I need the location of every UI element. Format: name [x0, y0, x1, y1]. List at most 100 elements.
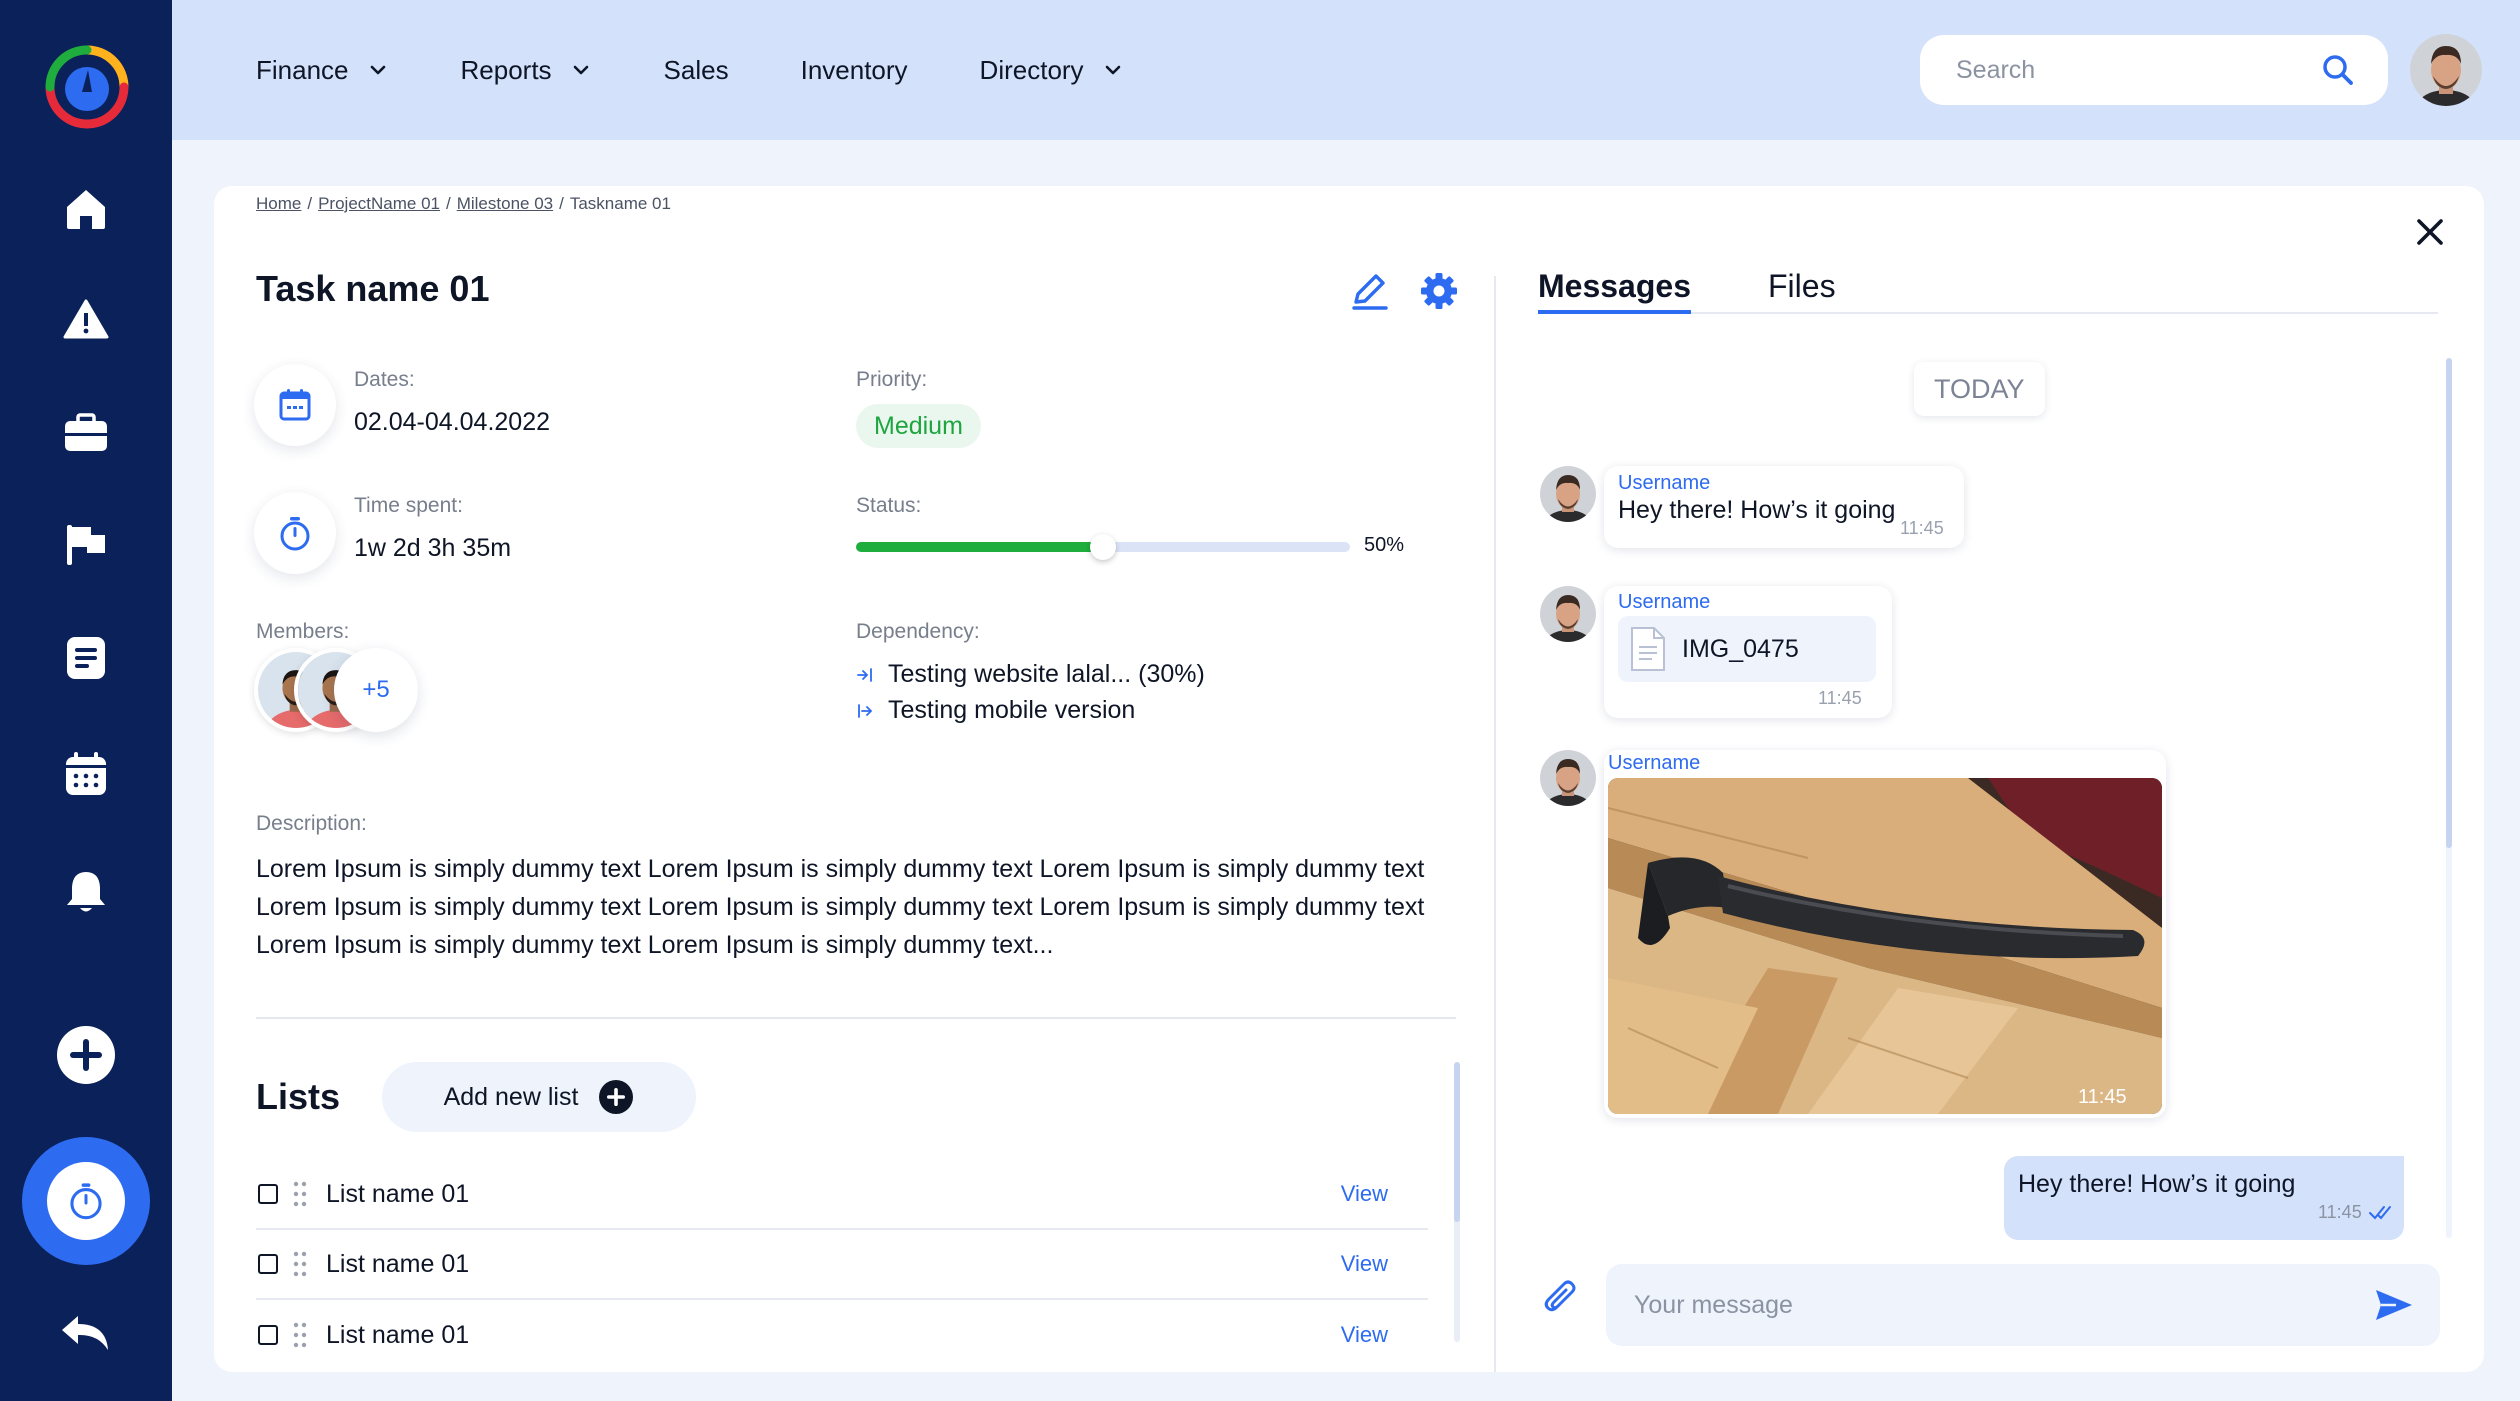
status-percent: 50% [1364, 534, 1405, 556]
timer-icon [70, 1183, 102, 1220]
breadcrumb-milestone[interactable]: Milestone 03 [457, 194, 553, 213]
message-username[interactable]: Username [1618, 591, 1710, 614]
list-checkbox[interactable] [258, 1254, 278, 1274]
dates-label: Dates: [354, 368, 415, 391]
nav-directory[interactable]: Directory [980, 55, 1124, 86]
file-attachment[interactable]: IMG_0475 [1618, 616, 1876, 682]
user-avatar[interactable] [2410, 34, 2482, 106]
description-text: Lorem Ipsum is simply dummy text Lorem I… [256, 855, 1425, 959]
list-row: List name 01 View [256, 1300, 1428, 1370]
dependency-text: Testing mobile version [888, 696, 1136, 724]
message-text: Hey there! How’s it going [1618, 496, 1896, 524]
nav-reports[interactable]: Reports [461, 55, 592, 86]
stopwatch-icon [280, 517, 310, 551]
column-divider [1494, 276, 1496, 1372]
search-input[interactable] [1956, 55, 2320, 85]
status-progress-fill [856, 542, 1103, 552]
members-label: Members: [256, 620, 350, 643]
lists-scrollbar[interactable] [1454, 1062, 1460, 1342]
add-new-list-label: Add new list [443, 1082, 579, 1111]
list-view-link[interactable]: View [1341, 1181, 1388, 1207]
file-icon [1631, 627, 1665, 671]
file-name: IMG_0475 [1682, 634, 1799, 663]
divider [256, 1017, 1456, 1019]
gear-icon[interactable] [1418, 270, 1460, 312]
main-nav: Finance Reports Sales Inventory Director… [256, 0, 1196, 140]
close-icon[interactable] [2412, 214, 2448, 250]
list-checkbox[interactable] [258, 1184, 278, 1204]
message-username[interactable]: Username [1618, 472, 1710, 495]
outgoing-message-time: 11:45 [2318, 1202, 2362, 1222]
bell-icon[interactable] [56, 862, 116, 922]
breadcrumb-home[interactable]: Home [256, 194, 301, 213]
task-title: Task name 01 [256, 268, 490, 309]
breadcrumb-separator: / [559, 194, 564, 213]
list-view-link[interactable]: View [1341, 1251, 1388, 1277]
tab-files[interactable]: Files [1768, 268, 1836, 314]
list-row: List name 01 View [256, 1160, 1428, 1230]
lists-title: Lists [256, 1076, 341, 1117]
drag-handle-icon[interactable] [292, 1180, 308, 1208]
attach-icon[interactable] [1540, 1276, 1582, 1318]
messages-scrollbar[interactable] [2446, 358, 2452, 1238]
add-icon[interactable] [55, 1024, 117, 1086]
timer-button[interactable] [22, 1137, 150, 1265]
message-username[interactable]: Username [1608, 752, 1700, 775]
chevron-down-icon [1105, 65, 1120, 75]
breadcrumb-separator: / [445, 194, 451, 213]
briefcase-icon[interactable] [56, 402, 116, 462]
time-value: 1w 2d 3h 35m [354, 534, 512, 562]
nav-sales[interactable]: Sales [664, 55, 729, 86]
message-avatar[interactable] [1540, 586, 1596, 642]
dependency-item[interactable]: Testing website lalal... (30%) [856, 660, 1205, 689]
message-time: 11:45 [1900, 518, 1944, 538]
nav-inventory-label: Inventory [800, 54, 908, 85]
edit-icon[interactable] [1348, 270, 1390, 312]
calendar-badge [254, 364, 336, 446]
app-logo-icon[interactable] [42, 42, 132, 132]
message-avatar[interactable] [1540, 750, 1596, 806]
priority-badge[interactable]: Medium [856, 404, 981, 448]
list-name: List name 01 [326, 1179, 470, 1208]
message-time: 11:45 [1818, 688, 1862, 708]
drag-handle-icon[interactable] [292, 1250, 308, 1278]
double-check-icon [2369, 1206, 2391, 1220]
search-icon[interactable] [2320, 52, 2356, 88]
status-slider-handle[interactable] [1090, 534, 1116, 560]
calendar-icon[interactable] [56, 744, 116, 804]
dependency-arrow-in-icon [857, 667, 872, 682]
home-icon[interactable] [56, 178, 116, 238]
status-progress-track [856, 534, 1350, 560]
nav-sales-label: Sales [663, 54, 729, 85]
image-attachment[interactable]: 11:45 [1608, 778, 2162, 1114]
list-view-link[interactable]: View [1341, 1322, 1388, 1348]
nav-finance-label: Finance [256, 54, 349, 85]
members-more-count[interactable]: +5 [334, 648, 418, 732]
message-avatar[interactable] [1540, 466, 1596, 522]
list-name: List name 01 [326, 1320, 470, 1349]
flag-icon[interactable] [56, 514, 116, 574]
message-composer [1606, 1264, 2440, 1346]
warning-icon[interactable] [56, 290, 116, 350]
nav-finance[interactable]: Finance [256, 55, 389, 86]
description-label: Description: [256, 812, 367, 835]
sidebar [0, 0, 172, 1401]
breadcrumb-project[interactable]: ProjectName 01 [318, 194, 440, 213]
list-checkbox[interactable] [258, 1325, 278, 1345]
time-label: Time spent: [354, 494, 463, 517]
dependency-item[interactable]: Testing mobile version [856, 696, 1135, 725]
tab-messages[interactable]: Messages [1538, 268, 1691, 314]
members-group[interactable]: +5 [254, 648, 418, 732]
dependency-label: Dependency: [856, 620, 980, 643]
calendar-icon [279, 389, 311, 421]
task-panel: Home / ProjectName 01 / Milestone 03 / Tasknam… [214, 186, 2484, 1372]
lists-scrollbar-thumb[interactable] [1454, 1062, 1460, 1222]
drag-handle-icon[interactable] [292, 1321, 308, 1349]
messages-scrollbar-thumb[interactable] [2446, 358, 2452, 848]
nav-inventory[interactable]: Inventory [801, 55, 908, 86]
add-new-list-button[interactable]: Add new list [382, 1062, 696, 1132]
message-input[interactable] [1634, 1290, 2372, 1320]
document-icon[interactable] [56, 628, 116, 688]
back-icon[interactable] [56, 1302, 116, 1362]
send-icon[interactable] [2372, 1284, 2414, 1326]
